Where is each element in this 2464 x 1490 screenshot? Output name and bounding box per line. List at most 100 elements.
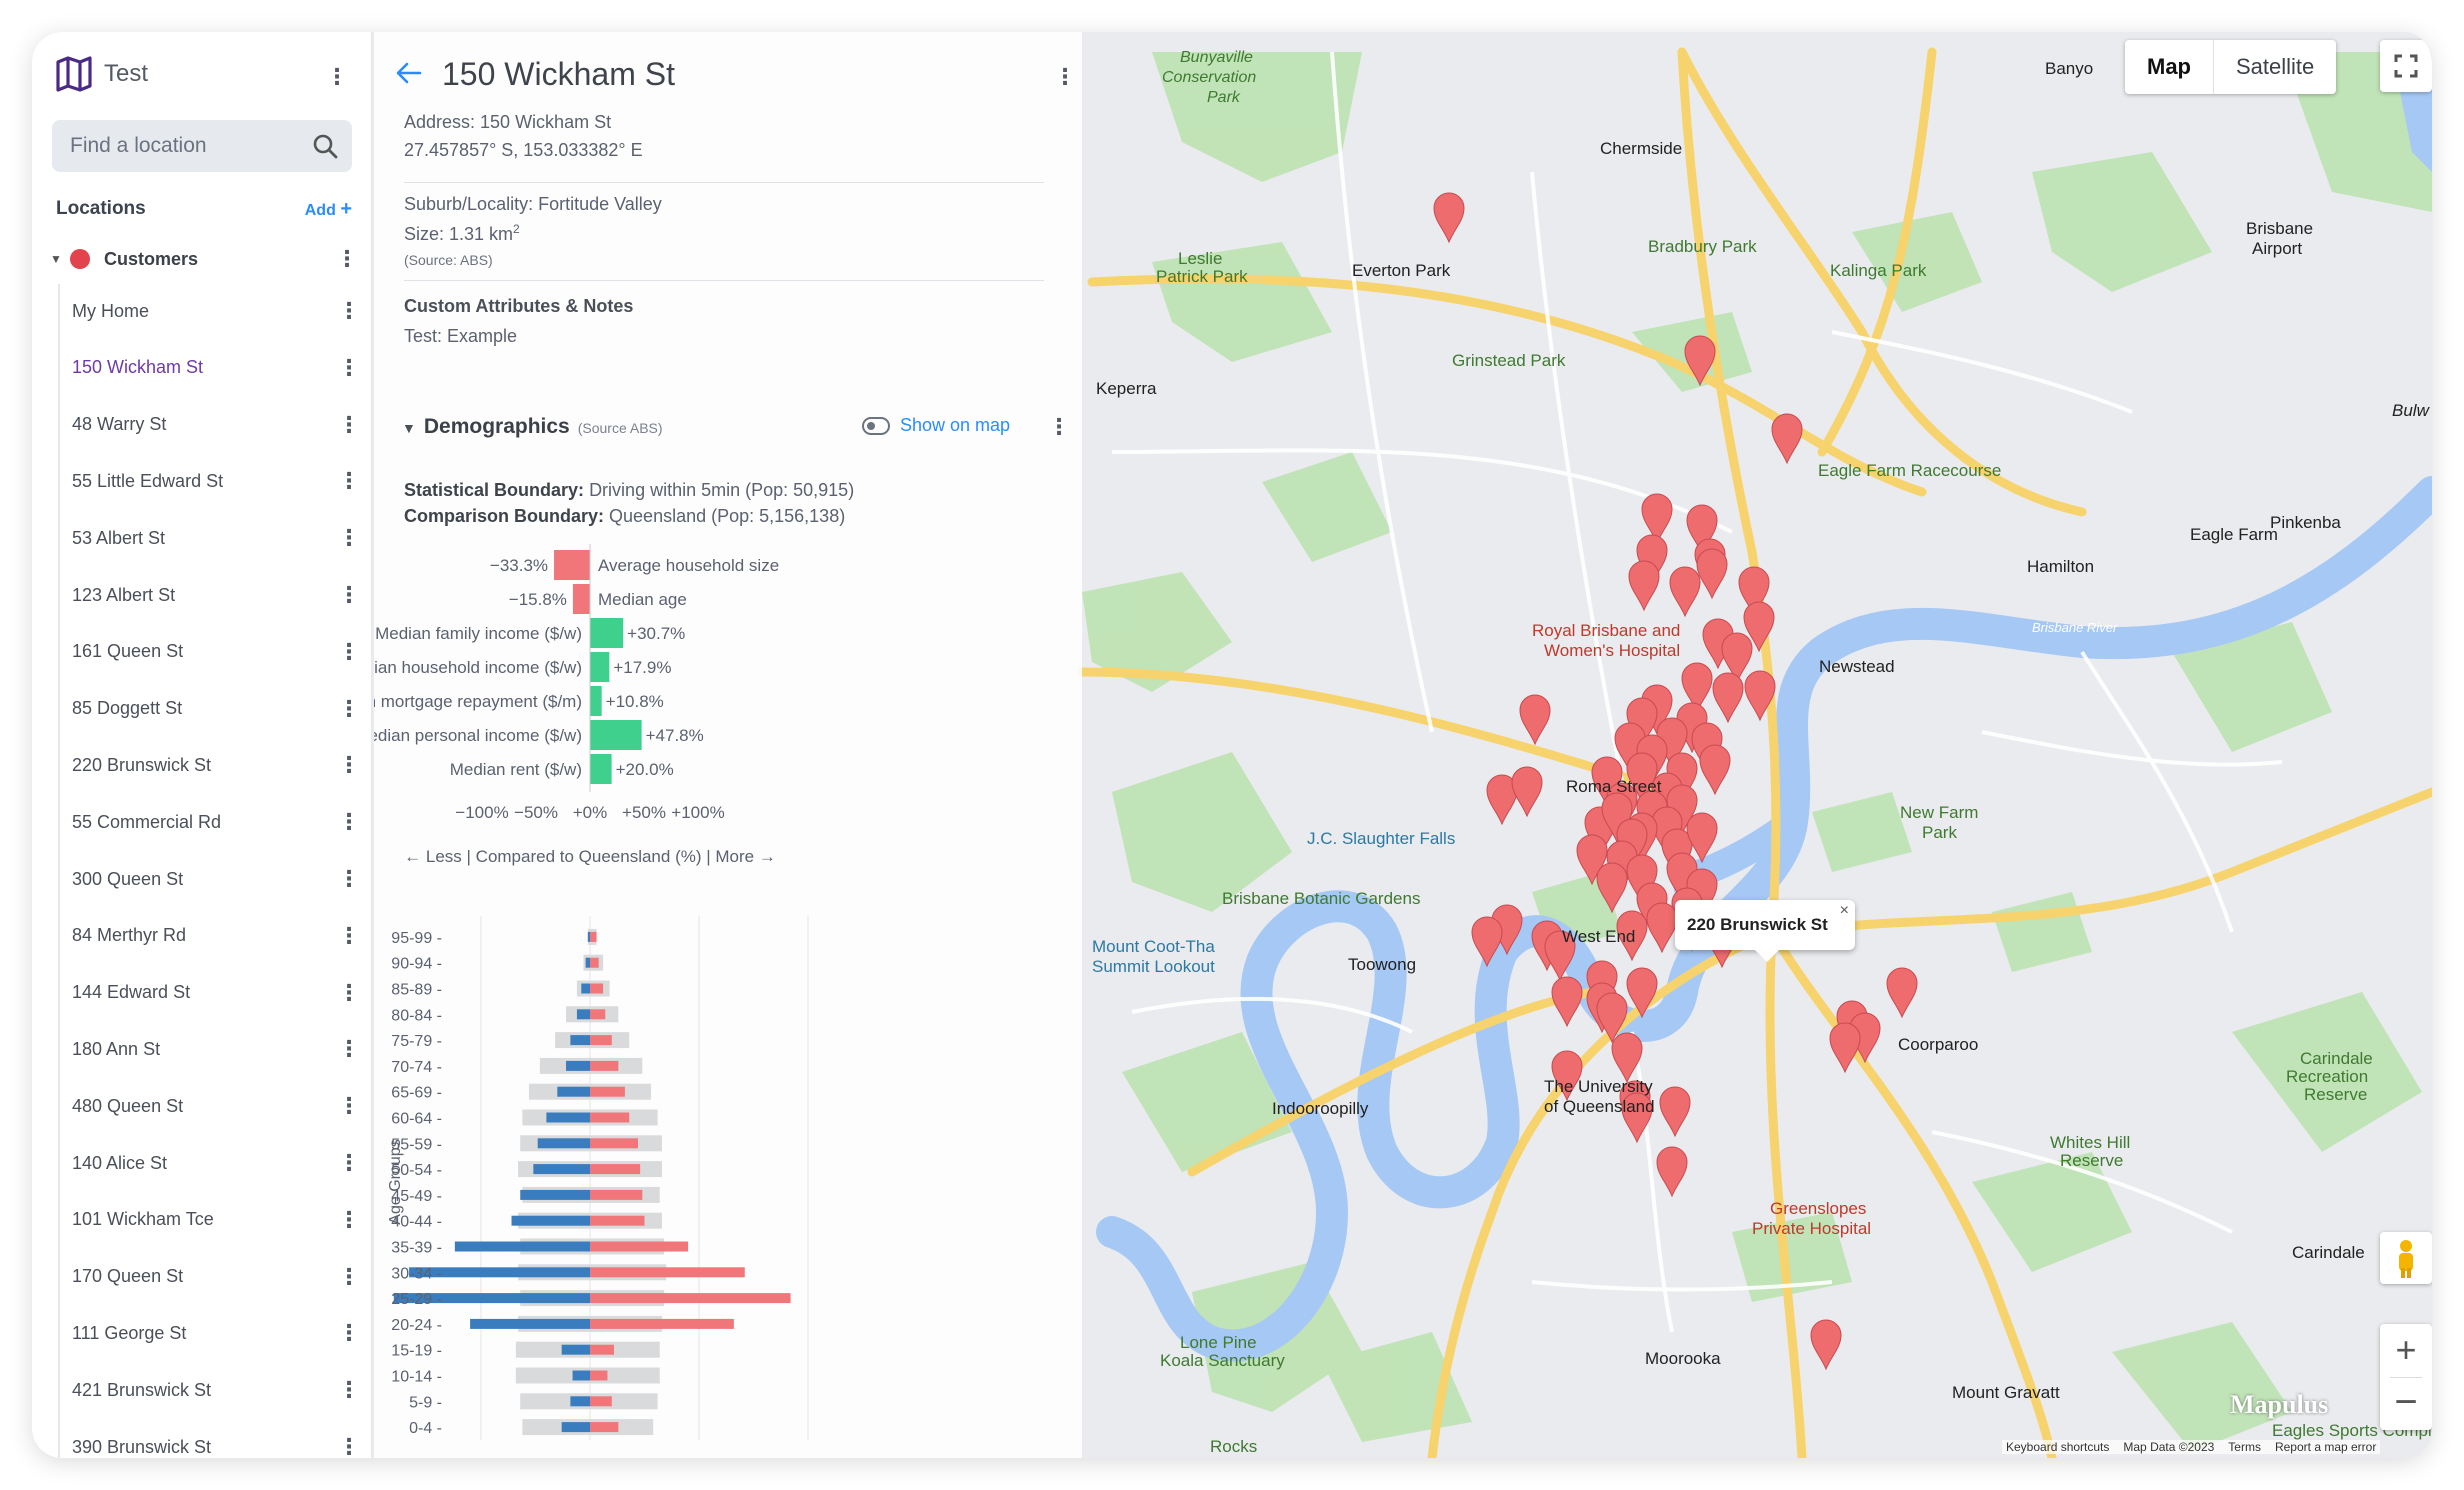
comparison-bar-chart: −33.3% Average household size −15.8% Median… [374, 544, 779, 866]
location-menu-icon[interactable]: ⋮ [338, 924, 360, 947]
sidebar-location-item[interactable]: 180 Ann St ⋮ [72, 1029, 362, 1069]
location-name: 300 Queen St [72, 868, 184, 889]
location-menu-icon[interactable]: ⋮ [338, 1152, 360, 1174]
age-group-label: 0-4 - [409, 1420, 442, 1437]
sidebar-location-item[interactable]: 111 George St ⋮ [72, 1313, 362, 1353]
sidebar-location-item[interactable]: 300 Queen St ⋮ [72, 859, 362, 899]
show-on-map-toggle[interactable]: Show on map [862, 415, 1010, 436]
map-type-satellite-button[interactable]: Satellite [2214, 40, 2336, 94]
location-menu-icon[interactable]: ⋮ [338, 640, 360, 663]
male-bar [511, 1215, 590, 1226]
location-name: 150 Wickham St [72, 357, 204, 378]
sidebar-location-item[interactable]: 55 Little Edward St ⋮ [72, 461, 362, 501]
sidebar-location-item[interactable]: 101 Wickham Tce ⋮ [72, 1200, 362, 1240]
sidebar-location-item[interactable]: 220 Brunswick St ⋮ [72, 745, 362, 785]
male-bar [533, 1164, 590, 1175]
sidebar-location-item[interactable]: 85 Doggett St ⋮ [72, 689, 362, 729]
fullscreen-button[interactable] [2380, 40, 2432, 92]
male-bar [570, 1396, 590, 1407]
sidebar-location-item[interactable]: 480 Queen St ⋮ [72, 1086, 362, 1126]
stat-boundary-value: Driving within 5min (Pop: 50,915) [589, 480, 855, 500]
location-menu-icon[interactable]: ⋮ [338, 1208, 360, 1231]
location-menu-icon[interactable]: ⋮ [338, 754, 360, 776]
location-menu-icon[interactable]: ⋮ [338, 356, 360, 379]
svg-text:Roma Street: Roma Street [1566, 777, 1662, 796]
search-input[interactable] [70, 120, 300, 172]
sidebar-location-item[interactable]: 390 Brunswick St ⋮ [72, 1427, 362, 1458]
sidebar-location-item[interactable]: 150 Wickham St ⋮ [72, 348, 362, 388]
location-menu-icon[interactable]: ⋮ [338, 868, 360, 890]
location-name: 140 Alice St [72, 1152, 168, 1173]
sidebar-location-item[interactable]: 48 Warry St ⋮ [72, 405, 362, 445]
location-menu-icon[interactable]: ⋮ [338, 527, 360, 549]
location-menu-icon[interactable]: ⋮ [338, 1095, 360, 1117]
sidebar-location-item[interactable]: 144 Edward St ⋮ [72, 973, 362, 1013]
map-data-text: Map Data ©2023 [2123, 1440, 2215, 1454]
group-customers[interactable]: ▼ Customers ⋮ [50, 242, 358, 276]
svg-text:Keperra: Keperra [1096, 379, 1157, 398]
zoom-out-icon[interactable]: − [2380, 1378, 2432, 1430]
marker-popup-label: 220 Brunswick St [1687, 915, 1828, 934]
svg-text:Pinkenba: Pinkenba [2270, 513, 2341, 532]
pegman-icon [2399, 1240, 2413, 1278]
close-icon[interactable]: × [1840, 902, 1849, 920]
add-location-button[interactable]: Add + [305, 198, 352, 221]
terms-link[interactable]: Terms [2228, 1440, 2261, 1454]
sidebar-location-item[interactable]: 53 Albert St ⋮ [72, 518, 362, 558]
group-menu-icon[interactable]: ⋮ [336, 248, 358, 270]
location-detail-panel: 150 Wickham St ⋮ Address: 150 Wickham St… [374, 32, 1082, 1458]
plus-icon: + [340, 198, 352, 220]
sidebar-location-item[interactable]: 123 Albert St ⋮ [72, 575, 362, 615]
detail-menu-icon[interactable]: ⋮ [1054, 66, 1076, 88]
location-menu-icon[interactable]: ⋮ [338, 697, 360, 720]
search-icon[interactable] [312, 133, 338, 159]
street-view-button[interactable] [2380, 1232, 2432, 1284]
location-menu-icon[interactable]: ⋮ [338, 1038, 360, 1060]
location-menu-icon[interactable]: ⋮ [338, 584, 360, 606]
location-menu-icon[interactable]: ⋮ [338, 470, 360, 492]
sidebar-location-item[interactable]: 84 Merthyr Rd ⋮ [72, 916, 362, 956]
location-menu-icon[interactable]: ⋮ [338, 1436, 360, 1458]
svg-text:Kalinga Park: Kalinga Park [1830, 261, 1927, 280]
svg-text:Newstead: Newstead [1819, 657, 1895, 676]
sidebar-location-item[interactable]: 170 Queen St ⋮ [72, 1257, 362, 1297]
comparison-boundary: Comparison Boundary: Queensland (Pop: 5,… [404, 506, 845, 527]
age-group-label: 65-69 - [391, 1085, 442, 1102]
sidebar-location-item[interactable]: 421 Brunswick St ⋮ [72, 1370, 362, 1410]
map-type-map-button[interactable]: Map [2125, 40, 2213, 94]
sidebar-location-item[interactable]: 140 Alice St ⋮ [72, 1143, 362, 1183]
sidebar-location-item[interactable]: My Home ⋮ [72, 291, 362, 331]
demographics-menu-icon[interactable]: ⋮ [1048, 416, 1070, 438]
sidebar-location-item[interactable]: 55 Commercial Rd ⋮ [72, 802, 362, 842]
locations-title: Locations [56, 198, 146, 219]
bar [554, 550, 590, 580]
location-menu-icon[interactable]: ⋮ [338, 1265, 360, 1288]
svg-text:Mount Gravatt: Mount Gravatt [1952, 1383, 2060, 1402]
female-bar [590, 1189, 643, 1200]
address-text: Address: 150 Wickham St [404, 112, 612, 132]
location-menu-icon[interactable]: ⋮ [338, 981, 360, 1004]
zoom-in-icon[interactable]: + [2380, 1324, 2432, 1376]
report-error-link[interactable]: Report a map error [2275, 1440, 2376, 1454]
show-on-map-label[interactable]: Show on map [900, 415, 1010, 436]
app-menu-icon[interactable]: ⋮ [326, 66, 348, 88]
demographics-header[interactable]: ▼ Demographics (Source ABS) [402, 415, 663, 439]
caret-down-icon[interactable]: ▼ [50, 252, 64, 266]
svg-text:of Queensland: of Queensland [1544, 1097, 1655, 1116]
location-menu-icon[interactable]: ⋮ [338, 413, 360, 436]
toggle-icon[interactable] [862, 416, 890, 435]
brand[interactable]: Test [54, 54, 148, 94]
caret-down-icon[interactable]: ▼ [402, 420, 416, 436]
map-type-toggle[interactable]: Map Satellite [2125, 40, 2337, 94]
zoom-controls[interactable]: + − [2380, 1324, 2432, 1430]
bar [590, 618, 624, 648]
location-menu-icon[interactable]: ⋮ [338, 1379, 360, 1401]
location-menu-icon[interactable]: ⋮ [338, 1322, 360, 1344]
bar-category-label: Average household size [598, 556, 779, 575]
back-arrow-icon[interactable] [394, 58, 424, 88]
sidebar-location-item[interactable]: 161 Queen St ⋮ [72, 632, 362, 672]
keyboard-shortcuts-link[interactable]: Keyboard shortcuts [2006, 1440, 2109, 1454]
location-menu-icon[interactable]: ⋮ [338, 811, 360, 833]
location-menu-icon[interactable]: ⋮ [338, 300, 360, 322]
marker-popup[interactable]: 220 Brunswick St × [1675, 900, 1855, 962]
